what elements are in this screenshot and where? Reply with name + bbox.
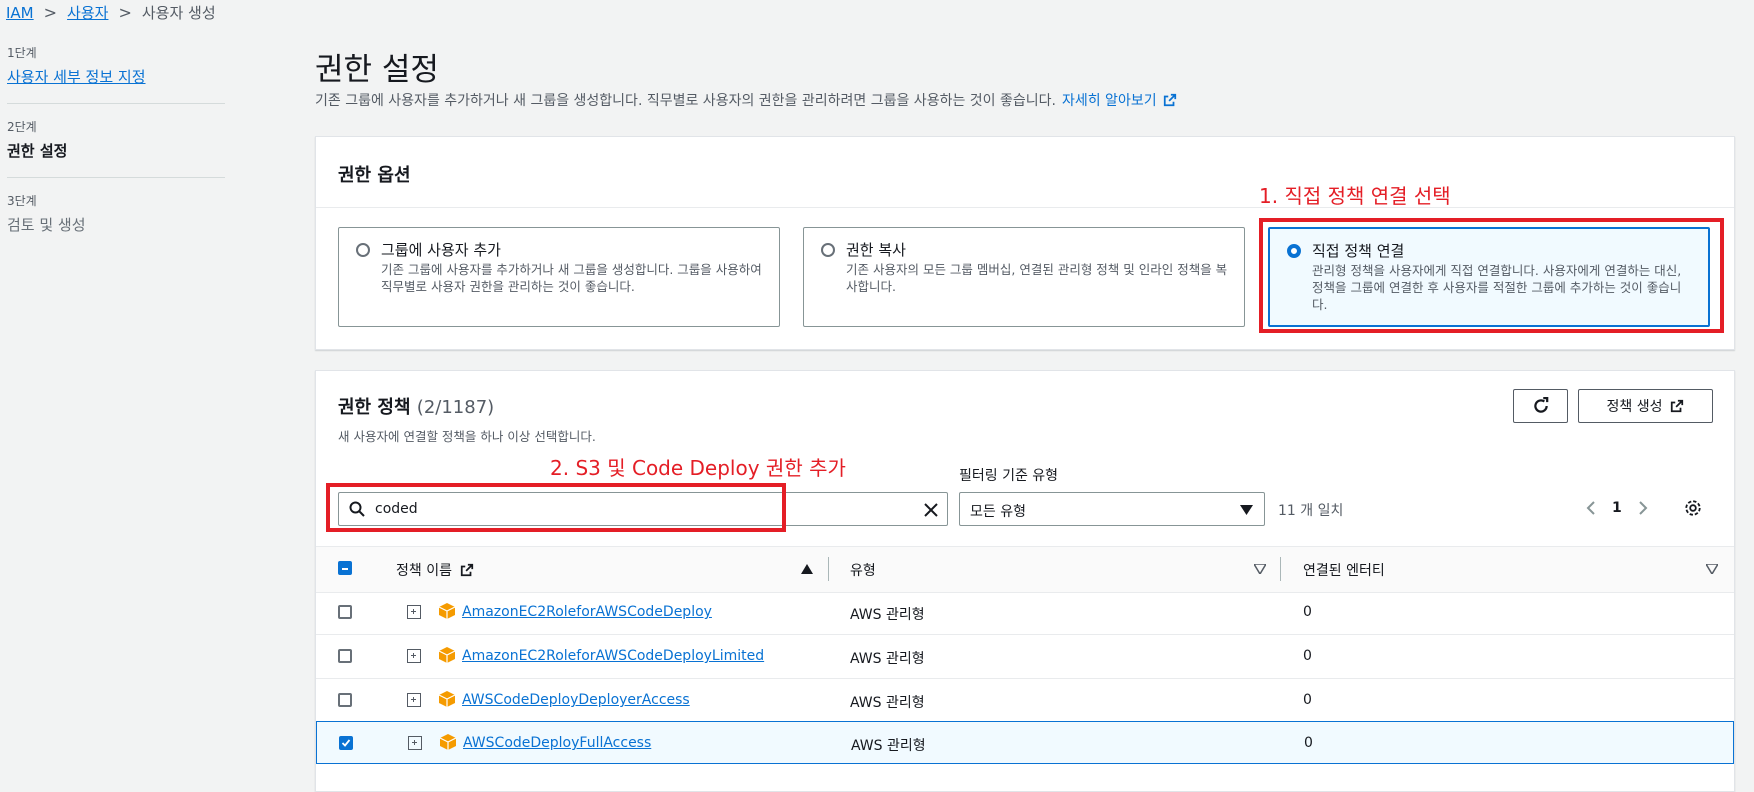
breadcrumb-iam-link[interactable]: IAM: [6, 4, 34, 22]
radio-add-to-group[interactable]: [356, 243, 370, 257]
policies-title-text: 권한 정책: [338, 397, 411, 418]
step-1-link[interactable]: 사용자 세부 정보 지정: [7, 66, 225, 87]
option-copy-permissions[interactable]: 권한 복사 기존 사용자의 모든 그룹 멤버십, 연결된 관리형 정책 및 인라…: [803, 227, 1245, 327]
create-policy-label: 정책 생성: [1606, 399, 1663, 415]
filter-type-select[interactable]: 모든 유형: [959, 492, 1265, 526]
policy-entities: 0: [1304, 735, 1313, 751]
step-label: 1단계: [7, 46, 37, 60]
annotation-box-1: [1259, 218, 1724, 333]
row-checkbox[interactable]: [338, 693, 352, 707]
external-link-icon: [461, 563, 474, 577]
permission-options-title: 권한 옵션: [338, 165, 411, 186]
chevron-right-icon[interactable]: [1638, 500, 1648, 516]
match-count: 11 개 일치: [1278, 503, 1344, 519]
column-type[interactable]: 유형: [850, 560, 876, 580]
row-checkbox[interactable]: [338, 605, 352, 619]
current-page[interactable]: 1: [1612, 500, 1622, 516]
column-attached-entities[interactable]: 연결된 엔터티: [1303, 560, 1385, 580]
chevron-right-icon: >: [43, 3, 58, 22]
package-icon: [438, 647, 456, 663]
create-policy-button[interactable]: 정책 생성: [1578, 389, 1713, 423]
package-icon: [439, 734, 457, 750]
refresh-button[interactable]: [1513, 389, 1568, 423]
package-icon: [438, 603, 456, 619]
expand-icon[interactable]: [408, 736, 422, 750]
page-description: 기존 그룹에 사용자를 추가하거나 새 그룹을 생성합니다. 직무별로 사용자의…: [315, 90, 1177, 110]
policy-type: AWS 관리형: [850, 607, 925, 623]
page-title: 권한 설정: [315, 52, 439, 88]
policy-name-link[interactable]: AmazonEC2RoleforAWSCodeDeploy: [462, 604, 712, 620]
expand-icon[interactable]: [407, 693, 421, 707]
annotation-step-1: 1. 직접 정책 연결 선택: [1259, 184, 1451, 208]
check-icon: [341, 739, 351, 747]
external-link-icon: [1671, 399, 1684, 413]
row-checkbox[interactable]: [338, 649, 352, 663]
step-1: 1단계 사용자 세부 정보 지정: [7, 44, 225, 104]
panel-header: 권한 옵션: [316, 137, 1734, 208]
breadcrumb: IAM > 사용자 > 사용자 생성: [6, 2, 216, 23]
step-2-title: 권한 설정: [7, 142, 68, 160]
learn-more-link[interactable]: 자세히 알아보기: [1062, 90, 1157, 110]
option-description: 기존 그룹에 사용자를 추가하거나 새 그룹을 생성합니다. 그룹을 사용하여 …: [381, 262, 762, 294]
filter-type-label: 필터링 기준 유형: [959, 468, 1059, 484]
table-row[interactable]: AmazonEC2RoleforAWSCodeDeployLimited AWS…: [316, 635, 1734, 679]
clear-icon[interactable]: [923, 502, 939, 518]
policy-entities: 0: [1303, 604, 1312, 620]
step-label: 2단계: [7, 120, 37, 134]
policies-title: 권한 정책 (2/1187): [338, 393, 494, 419]
chevron-left-icon[interactable]: [1586, 500, 1596, 516]
sort-ascending-icon[interactable]: [801, 564, 813, 574]
column-resizer[interactable]: [1280, 557, 1281, 581]
policy-type: AWS 관리형: [850, 695, 925, 711]
table-row[interactable]: AWSCodeDeployDeployerAccess AWS 관리형 0: [316, 679, 1734, 723]
policy-name-link[interactable]: AmazonEC2RoleforAWSCodeDeployLimited: [462, 648, 764, 664]
policies-description: 새 사용자에 연결할 정책을 하나 이상 선택합니다.: [338, 429, 596, 444]
sort-icon[interactable]: [1254, 564, 1266, 574]
expand-icon[interactable]: [407, 649, 421, 663]
page-description-text: 기존 그룹에 사용자를 추가하거나 새 그룹을 생성합니다. 직무별로 사용자의…: [315, 93, 1056, 109]
column-label: 정책 이름: [396, 563, 452, 579]
chevron-right-icon: >: [118, 3, 132, 22]
option-title: 그룹에 사용자 추가: [381, 241, 501, 259]
package-icon: [438, 691, 456, 707]
pagination: 1: [1586, 499, 1702, 517]
policy-name-link[interactable]: AWSCodeDeployFullAccess: [463, 735, 651, 751]
step-3-title: 검토 및 생성: [7, 216, 86, 234]
sort-icon[interactable]: [1706, 564, 1718, 574]
radio-copy-permissions[interactable]: [821, 243, 835, 257]
row-checkbox-checked[interactable]: [339, 736, 353, 750]
table-row-selected[interactable]: AWSCodeDeployFullAccess AWS 관리형 0: [316, 721, 1734, 764]
policy-name-link[interactable]: AWSCodeDeployDeployerAccess: [462, 692, 690, 708]
select-all-checkbox[interactable]: [338, 561, 352, 575]
gear-icon[interactable]: [1684, 499, 1702, 517]
step-label: 3단계: [7, 194, 37, 208]
policy-type: AWS 관리형: [851, 738, 926, 754]
option-title: 권한 복사: [846, 241, 906, 259]
refresh-icon: [1533, 397, 1548, 413]
caret-down-icon: [1240, 505, 1253, 515]
column-policy-name[interactable]: 정책 이름: [396, 560, 474, 580]
filter-type-value: 모든 유형: [970, 504, 1026, 520]
annotation-step-2: 2. S3 및 Code Deploy 권한 추가: [550, 456, 846, 480]
external-link-icon[interactable]: [1163, 93, 1177, 107]
step-3: 3단계 검토 및 생성: [7, 192, 225, 251]
policy-entities: 0: [1303, 648, 1312, 664]
column-resizer[interactable]: [828, 557, 829, 581]
table-header: 정책 이름 유형 연결된 엔터티: [316, 546, 1734, 593]
expand-icon[interactable]: [407, 605, 421, 619]
annotation-box-2: [326, 483, 786, 532]
policy-entities: 0: [1303, 692, 1312, 708]
permission-policies-panel: 권한 정책 (2/1187) 새 사용자에 연결할 정책을 하나 이상 선택합니…: [315, 370, 1735, 792]
breadcrumb-users-link[interactable]: 사용자: [67, 2, 108, 23]
step-2: 2단계 권한 설정: [7, 118, 225, 178]
option-add-to-group[interactable]: 그룹에 사용자 추가 기존 그룹에 사용자를 추가하거나 새 그룹을 생성합니다…: [338, 227, 780, 327]
table-row[interactable]: AmazonEC2RoleforAWSCodeDeploy AWS 관리형 0: [316, 591, 1734, 635]
policies-count: (2/1187): [416, 397, 495, 418]
policy-type: AWS 관리형: [850, 651, 925, 667]
breadcrumb-current: 사용자 생성: [141, 4, 216, 22]
option-description: 기존 사용자의 모든 그룹 멤버십, 연결된 관리형 정책 및 인라인 정책을 …: [846, 262, 1228, 294]
wizard-steps: 1단계 사용자 세부 정보 지정 2단계 권한 설정 3단계 검토 및 생성: [7, 44, 225, 265]
